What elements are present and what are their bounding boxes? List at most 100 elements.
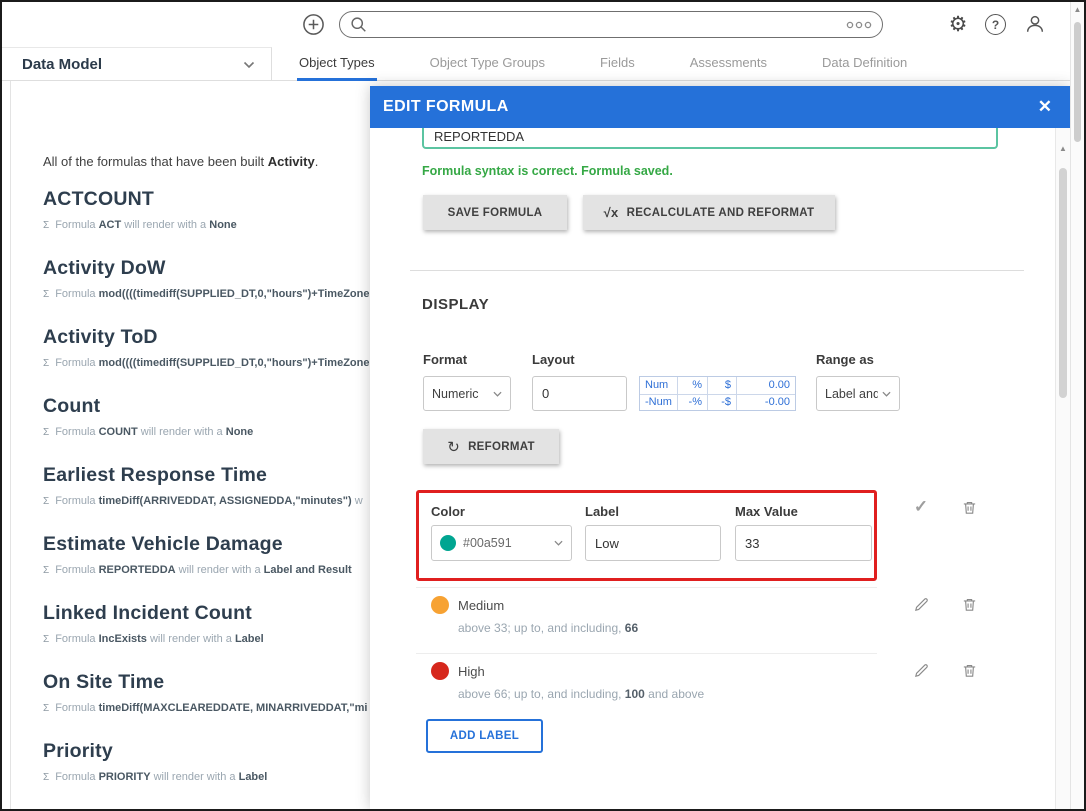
- range-desc-value: 100: [625, 687, 645, 701]
- max-value-label: Max Value: [735, 504, 798, 519]
- preview-cell: $: [707, 377, 736, 394]
- save-formula-button[interactable]: SAVE FORMULA: [423, 195, 567, 230]
- desc-mid: will render with a: [147, 633, 235, 645]
- tab-bar: Object Types Object Type Groups Fields A…: [272, 47, 1084, 81]
- intro-prefix: All of the formulas that have been built: [43, 154, 268, 169]
- nav-bar: Data Model Object Types Object Type Grou…: [2, 47, 1084, 81]
- modal-title: EDIT FORMULA: [383, 98, 509, 116]
- formula-input[interactable]: REPORTEDDA: [422, 128, 998, 149]
- reformat-button[interactable]: ↻ REFORMAT: [423, 429, 559, 464]
- modal-scrollbar[interactable]: ▲: [1055, 128, 1070, 809]
- desc-code: IncExists: [99, 633, 147, 645]
- preview-cell: -0.00: [736, 394, 795, 411]
- reformat-label: REFORMAT: [468, 441, 535, 453]
- range-description: above 33; up to, and including, 66: [458, 621, 638, 635]
- formula-editor-clip: REPORTEDDA: [422, 128, 998, 149]
- desc-code: PRIORITY: [99, 771, 151, 783]
- layout-input[interactable]: [532, 376, 627, 411]
- preview-cell: %: [677, 377, 707, 394]
- search-bar[interactable]: [339, 11, 883, 38]
- desc-code: REPORTEDDA: [99, 564, 176, 576]
- add-icon[interactable]: [302, 13, 325, 36]
- tab-fields[interactable]: Fields: [598, 47, 637, 81]
- top-bar: ⚙ ?: [2, 2, 1084, 47]
- sigma-icon: Σ: [43, 220, 49, 231]
- scroll-up-icon[interactable]: ▲: [1056, 144, 1070, 153]
- desc-prefix: Formula: [55, 219, 98, 231]
- desc-render: Label: [235, 633, 264, 645]
- sigma-icon: Σ: [43, 358, 49, 369]
- range-desc-suffix: and above: [645, 687, 704, 701]
- desc-prefix: Formula: [55, 426, 98, 438]
- scrollbar-thumb[interactable]: [1074, 22, 1081, 142]
- close-icon[interactable]: ✕: [1038, 97, 1052, 117]
- desc-prefix: Formula: [55, 288, 98, 300]
- color-select[interactable]: #00a591: [431, 525, 572, 561]
- user-icon[interactable]: [1023, 12, 1047, 36]
- tab-object-types[interactable]: Object Types: [297, 47, 377, 81]
- page-scrollbar[interactable]: ▲: [1070, 2, 1084, 809]
- desc-prefix: Formula: [55, 357, 98, 369]
- recalculate-button[interactable]: √x RECALCULATE AND REFORMAT: [583, 195, 835, 230]
- tab-object-type-groups[interactable]: Object Type Groups: [428, 47, 547, 81]
- desc-prefix: Formula: [55, 702, 98, 714]
- color-value: #00a591: [463, 536, 550, 550]
- intro-suffix: .: [315, 154, 319, 169]
- data-model-dropdown[interactable]: Data Model: [2, 47, 272, 81]
- format-value: Numeric: [432, 387, 479, 401]
- sigma-icon: Σ: [43, 289, 49, 300]
- row-divider: [416, 653, 877, 654]
- label-input[interactable]: [585, 525, 721, 561]
- delete-icon[interactable]: [959, 497, 979, 517]
- help-glyph: ?: [992, 18, 999, 32]
- settings-icon[interactable]: ⚙: [946, 12, 970, 36]
- add-label-button[interactable]: ADD LABEL: [426, 719, 543, 753]
- sigma-icon: Σ: [43, 427, 49, 438]
- scroll-up-icon[interactable]: ▲: [1071, 5, 1084, 14]
- modal-body: REPORTEDDA Formula syntax is correct. Fo…: [370, 128, 1070, 809]
- desc-render: Label and Result: [264, 564, 352, 576]
- range-color-swatch: [431, 596, 449, 614]
- sigma-icon: Σ: [43, 634, 49, 645]
- desc-prefix: Formula: [55, 633, 98, 645]
- delete-icon[interactable]: [959, 660, 979, 680]
- format-label: Format: [423, 352, 467, 367]
- range-name: High: [458, 664, 485, 679]
- range-description: above 66; up to, and including, 100 and …: [458, 687, 704, 701]
- scrollbar-thumb[interactable]: [1059, 168, 1067, 398]
- sigma-icon: Σ: [43, 703, 49, 714]
- chevron-down-icon: [243, 61, 255, 69]
- data-model-label: Data Model: [22, 56, 102, 73]
- max-value-input[interactable]: [735, 525, 872, 561]
- section-divider: [410, 270, 1024, 271]
- row-divider: [416, 587, 877, 588]
- tab-data-definition[interactable]: Data Definition: [820, 47, 909, 81]
- edit-pencil-icon[interactable]: [911, 594, 931, 614]
- range-color-swatch: [431, 662, 449, 680]
- desc-mid: will render with a: [151, 771, 239, 783]
- tab-assessments[interactable]: Assessments: [688, 47, 769, 81]
- modal-header: EDIT FORMULA ✕: [370, 86, 1070, 128]
- desc-mid: will render with a: [138, 426, 226, 438]
- more-options-icon[interactable]: [846, 20, 872, 30]
- range-name: Medium: [458, 598, 504, 613]
- range-as-label: Range as: [816, 352, 874, 367]
- delete-icon[interactable]: [959, 594, 979, 614]
- display-section-heading: DISPLAY: [422, 296, 489, 313]
- preview-cell: 0.00: [736, 377, 795, 394]
- sigma-icon: Σ: [43, 496, 49, 507]
- edit-pencil-icon[interactable]: [911, 660, 931, 680]
- range-as-select[interactable]: Label and: [816, 376, 900, 411]
- edit-formula-modal: EDIT FORMULA ✕ REPORTEDDA Formula syntax…: [370, 86, 1070, 809]
- help-icon[interactable]: ?: [985, 14, 1006, 35]
- range-desc-prefix: above 33; up to, and including,: [458, 621, 625, 635]
- chevron-down-icon: [882, 391, 891, 397]
- desc-mid: will render with a: [176, 564, 264, 576]
- format-select[interactable]: Numeric: [423, 376, 511, 411]
- desc-mid: w: [352, 495, 363, 507]
- search-input[interactable]: [374, 17, 839, 32]
- desc-code: timeDiff(ARRIVEDDAT, ASSIGNEDDA,"minutes…: [99, 495, 352, 507]
- confirm-check-icon[interactable]: ✓: [911, 497, 931, 517]
- range-desc-prefix: above 66; up to, and including,: [458, 687, 625, 701]
- formula-status-message: Formula syntax is correct. Formula saved…: [422, 164, 673, 178]
